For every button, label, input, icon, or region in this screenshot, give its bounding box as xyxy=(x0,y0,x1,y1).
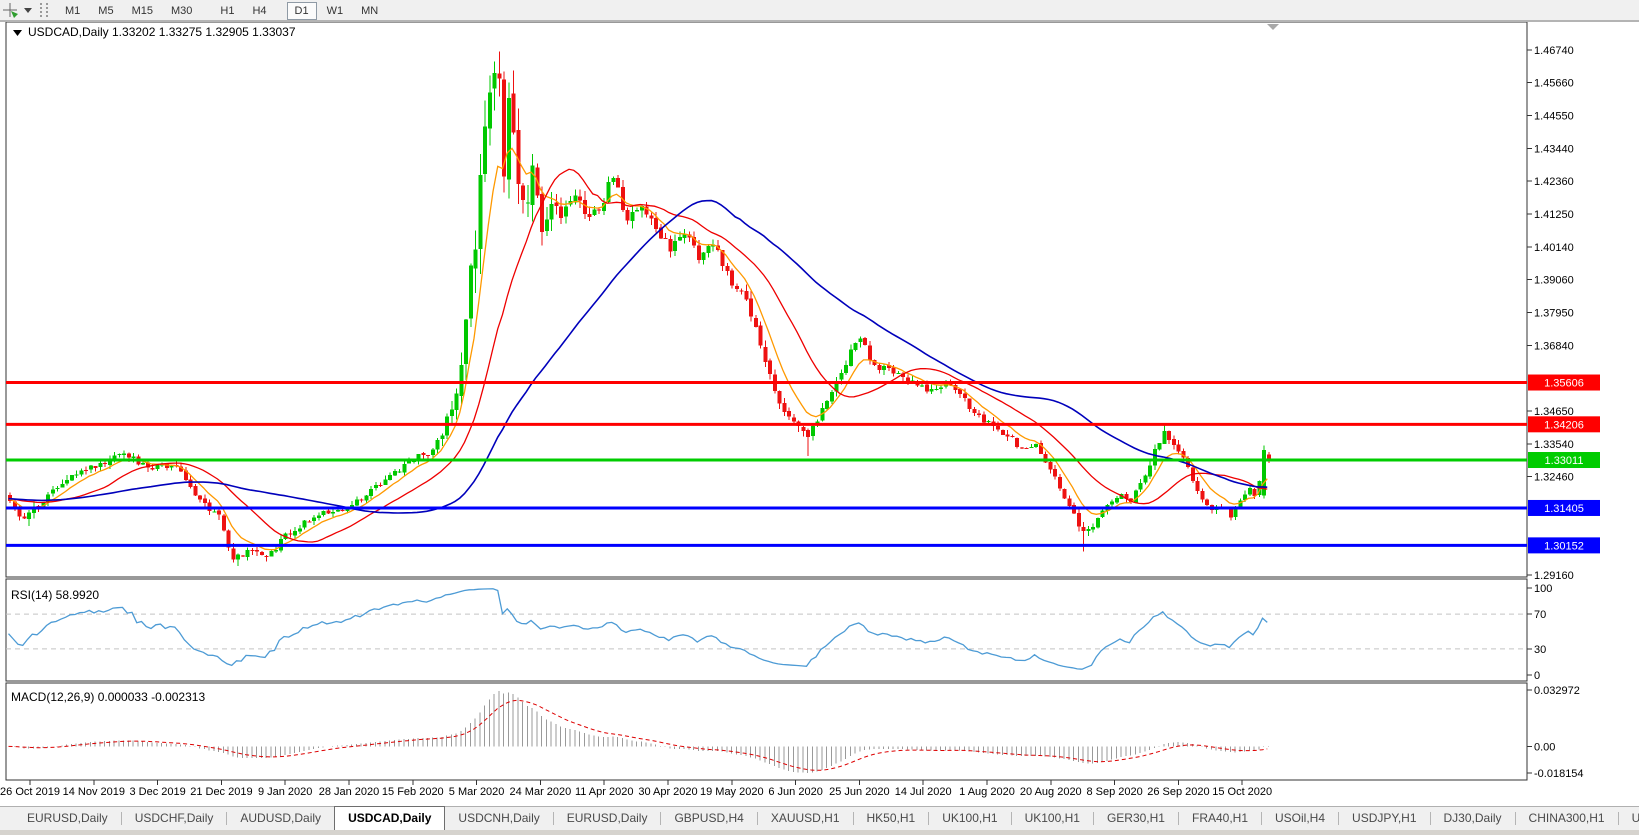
rsi-axis-label: 70 xyxy=(1534,609,1546,621)
price-tick-label: 1.43440 xyxy=(1534,144,1574,156)
price-tick-label: 1.40140 xyxy=(1534,242,1574,254)
price-tick-label: 1.34650 xyxy=(1534,406,1574,418)
price-tick-label: 1.44550 xyxy=(1534,110,1574,122)
date-label: 21 Dec 2019 xyxy=(190,786,252,798)
price-tick-label: 1.36840 xyxy=(1534,341,1574,353)
timeframe-button-m1[interactable]: M1 xyxy=(57,2,88,20)
timeframe-button-mn[interactable]: MN xyxy=(353,2,386,20)
tab-usoil-h4[interactable]: USOil,H4 xyxy=(1262,807,1338,830)
tab-audusd-daily[interactable]: AUDUSD,Daily xyxy=(227,807,334,830)
date-label: 1 Aug 2020 xyxy=(959,786,1015,798)
date-label: 11 Apr 2020 xyxy=(575,786,634,798)
timeframe-toolbar: M1M5M15M30 H1H4 D1W1MN xyxy=(0,0,1639,22)
price-tick-label: 1.45660 xyxy=(1534,77,1574,89)
price-tick-label: 1.33540 xyxy=(1534,439,1574,451)
price-badge-label: 1.35606 xyxy=(1544,378,1584,390)
timeframe-button-m30[interactable]: M30 xyxy=(163,2,200,20)
cursor-tool-icon[interactable] xyxy=(2,2,20,18)
date-label: 24 Mar 2020 xyxy=(510,786,572,798)
chart-title: USDCAD,Daily 1.33202 1.33275 1.32905 1.3… xyxy=(28,25,296,39)
macd-label: MACD(12,26,9) 0.000033 -0.002313 xyxy=(11,690,205,704)
timeframe-button-d1[interactable]: D1 xyxy=(287,2,317,20)
tab-eurusd-daily[interactable]: EURUSD,Daily xyxy=(554,807,661,830)
terminal-window: 1.46740 1.45660 1.44550 1.43440 1.42360 1.412… xyxy=(0,0,1639,835)
price-badge-label: 1.30152 xyxy=(1544,540,1584,552)
tab-ger30-h1[interactable]: GER30,H1 xyxy=(1094,807,1178,830)
price-tick-label: 1.42360 xyxy=(1534,176,1574,188)
timeframe-buttons: M1M5M15M30 H1H4 D1W1MN xyxy=(56,1,387,19)
symbol-tab-bar: EURUSD,DailyUSDCHF,DailyAUDUSD,DailyUSDC… xyxy=(0,806,1639,830)
date-label: 19 May 2020 xyxy=(700,786,764,798)
tab-fra40-h1[interactable]: FRA40,H1 xyxy=(1179,807,1261,830)
timeframe-button-h4[interactable]: H4 xyxy=(244,2,274,20)
date-label: 28 Jan 2020 xyxy=(319,786,380,798)
date-label: 9 Jan 2020 xyxy=(258,786,312,798)
date-label: 8 Sep 2020 xyxy=(1086,786,1142,798)
status-strip xyxy=(0,830,1639,835)
timeframe-button-m5[interactable]: M5 xyxy=(90,2,121,20)
timeframe-button-h1[interactable]: H1 xyxy=(212,2,242,20)
date-label: 25 Jun 2020 xyxy=(829,786,890,798)
chart-canvas[interactable]: 1.46740 1.45660 1.44550 1.43440 1.42360 1.412… xyxy=(0,0,1639,806)
tab-dj30-daily[interactable]: DJ30,Daily xyxy=(1431,807,1515,830)
tab-usdjpy-h1[interactable]: USDJPY,H1 xyxy=(1339,807,1429,830)
rsi-label: RSI(14) 58.9920 xyxy=(11,588,99,602)
tab-usoil-h1[interactable]: USOil,H1 xyxy=(1619,807,1639,830)
date-label: 14 Nov 2019 xyxy=(63,786,125,798)
price-tick-label: 1.37950 xyxy=(1534,308,1574,320)
timeframe-button-m15[interactable]: M15 xyxy=(124,2,161,20)
toolbar-grip[interactable] xyxy=(40,3,48,17)
tab-uk100-h1[interactable]: UK100,H1 xyxy=(929,807,1010,830)
date-label: 5 Mar 2020 xyxy=(449,786,505,798)
date-label: 3 Dec 2019 xyxy=(129,786,185,798)
tab-uk100-h1[interactable]: UK100,H1 xyxy=(1012,807,1093,830)
macd-pane xyxy=(6,683,1527,780)
date-label: 26 Sep 2020 xyxy=(1147,786,1209,798)
rsi-axis-label: 0 xyxy=(1534,670,1540,682)
tab-usdchf-daily[interactable]: USDCHF,Daily xyxy=(122,807,227,830)
price-tick-label: 1.32460 xyxy=(1534,471,1574,483)
rsi-axis-label: 30 xyxy=(1534,644,1546,656)
date-label: 6 Jun 2020 xyxy=(768,786,822,798)
price-tick-label: 1.41250 xyxy=(1534,209,1574,221)
macd-axis-label: 0.032972 xyxy=(1534,685,1580,697)
date-label: 20 Aug 2020 xyxy=(1020,786,1082,798)
price-badge-label: 1.33011 xyxy=(1545,455,1584,467)
price-tick-label: 1.29160 xyxy=(1534,570,1574,582)
rsi-axis-label: 100 xyxy=(1534,583,1552,595)
date-label: 15 Feb 2020 xyxy=(382,786,444,798)
tab-eurusd-daily[interactable]: EURUSD,Daily xyxy=(14,807,121,830)
date-label: 30 Apr 2020 xyxy=(638,786,697,798)
price-tick-label: 1.46740 xyxy=(1534,45,1574,57)
price-badge-label: 1.34206 xyxy=(1544,419,1584,431)
rsi-pane xyxy=(6,579,1527,681)
tabs: EURUSD,DailyUSDCHF,DailyAUDUSD,DailyUSDC… xyxy=(14,807,1639,830)
date-label: 14 Jul 2020 xyxy=(895,786,952,798)
tab-gbpusd-h4[interactable]: GBPUSD,H4 xyxy=(661,807,756,830)
tab-usdcad-daily[interactable]: USDCAD,Daily xyxy=(334,806,445,830)
timeframe-button-w1[interactable]: W1 xyxy=(319,2,352,20)
tab-china300-h1[interactable]: CHINA300,H1 xyxy=(1516,807,1618,830)
caret-down-icon[interactable] xyxy=(24,8,32,13)
tab-hk50-h1[interactable]: HK50,H1 xyxy=(854,807,929,830)
tab-xauusd-h1[interactable]: XAUUSD,H1 xyxy=(758,807,853,830)
macd-axis-label: -0.018154 xyxy=(1534,768,1584,780)
date-label: 26 Oct 2019 xyxy=(0,786,60,798)
macd-axis-label: 0.00 xyxy=(1534,742,1555,754)
price-tick-label: 1.39060 xyxy=(1534,274,1574,286)
date-label: 15 Oct 2020 xyxy=(1212,786,1272,798)
tab-usdcnh-daily[interactable]: USDCNH,Daily xyxy=(445,807,552,830)
price-badge-label: 1.31405 xyxy=(1544,503,1584,515)
